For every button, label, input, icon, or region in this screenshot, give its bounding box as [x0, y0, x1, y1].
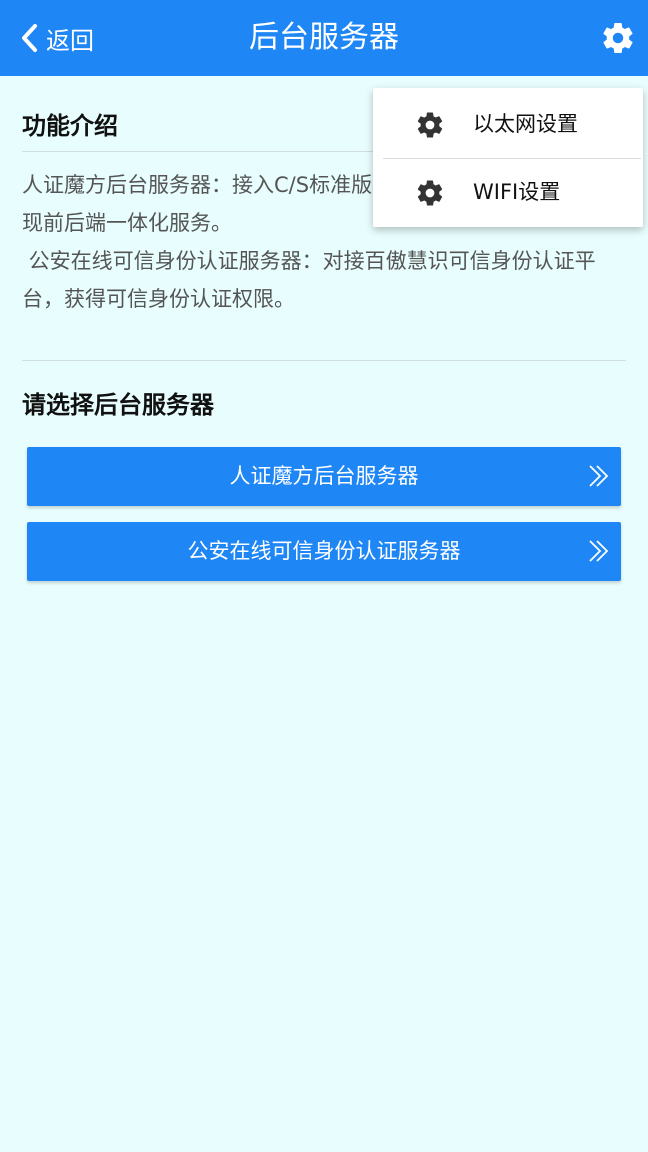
intro-line: 台，获得可信身份认证权限。 — [22, 287, 295, 311]
intro-heading: 功能介绍 — [22, 112, 118, 140]
menu-item-ethernet-settings[interactable]: 以太网设置 — [373, 90, 643, 159]
settings-button[interactable] — [600, 20, 636, 56]
menu-item-wifi-settings[interactable]: WIFI设置 — [373, 158, 643, 227]
intro-line: 公安在线可信身份认证服务器：对接百傲慧识可信身份认证平 — [22, 249, 596, 273]
divider — [22, 360, 626, 361]
top-bar: 返回 后台服务器 — [0, 0, 648, 76]
double-chevron-right-icon — [589, 465, 609, 487]
button-label: 人证魔方后台服务器 — [229, 464, 419, 488]
gear-icon — [603, 23, 633, 54]
choose-heading: 请选择后台服务器 — [22, 391, 214, 419]
gear-icon — [417, 180, 443, 206]
gear-icon — [417, 112, 443, 138]
page-title: 后台服务器 — [249, 20, 399, 55]
double-chevron-right-icon — [589, 540, 609, 562]
button-label: 公安在线可信身份认证服务器 — [187, 539, 461, 563]
police-online-auth-server-button[interactable]: 公安在线可信身份认证服务器 — [27, 522, 621, 581]
menu-item-label: WIFI设置 — [473, 180, 561, 204]
settings-dropdown-menu: 以太网设置 WIFI设置 — [373, 88, 643, 227]
renzheng-mofang-server-button[interactable]: 人证魔方后台服务器 — [27, 447, 621, 506]
menu-item-label: 以太网设置 — [473, 112, 578, 136]
